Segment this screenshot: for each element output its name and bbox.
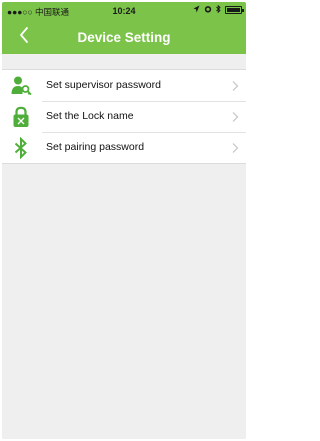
- alarm-icon: [204, 5, 212, 15]
- app-header: ●●●○○ 中国联通 10:24 Device Setting: [2, 2, 246, 54]
- setting-item-label: Set pairing password: [46, 141, 145, 153]
- setting-item-label: Set supervisor password: [46, 79, 161, 91]
- chevron-right-icon: [230, 141, 240, 153]
- nav-bar: Device Setting: [2, 20, 246, 54]
- page-title: Device Setting: [77, 30, 171, 45]
- user-key-icon: [10, 75, 32, 97]
- lock-icon: [10, 106, 32, 128]
- bluetooth-icon: [216, 4, 221, 15]
- status-bar: ●●●○○ 中国联通 10:24: [2, 2, 246, 20]
- setting-item-supervisor-password[interactable]: Set supervisor password: [2, 70, 246, 101]
- chevron-right-icon: [230, 110, 240, 122]
- chevron-right-icon: [230, 79, 240, 91]
- setting-item-label: Set the Lock name: [46, 110, 134, 122]
- setting-item-pairing-password[interactable]: Set pairing password: [2, 132, 246, 163]
- device-setting-screen: ●●●○○ 中国联通 10:24 Device Setting Set supe…: [2, 2, 246, 439]
- settings-list: Set supervisor password Set the Lock nam…: [2, 69, 246, 164]
- status-indicators: [193, 4, 244, 15]
- setting-item-lock-name[interactable]: Set the Lock name: [2, 101, 246, 132]
- bluetooth-icon: [10, 136, 32, 160]
- location-icon: [193, 5, 200, 15]
- battery-icon: [225, 6, 244, 14]
